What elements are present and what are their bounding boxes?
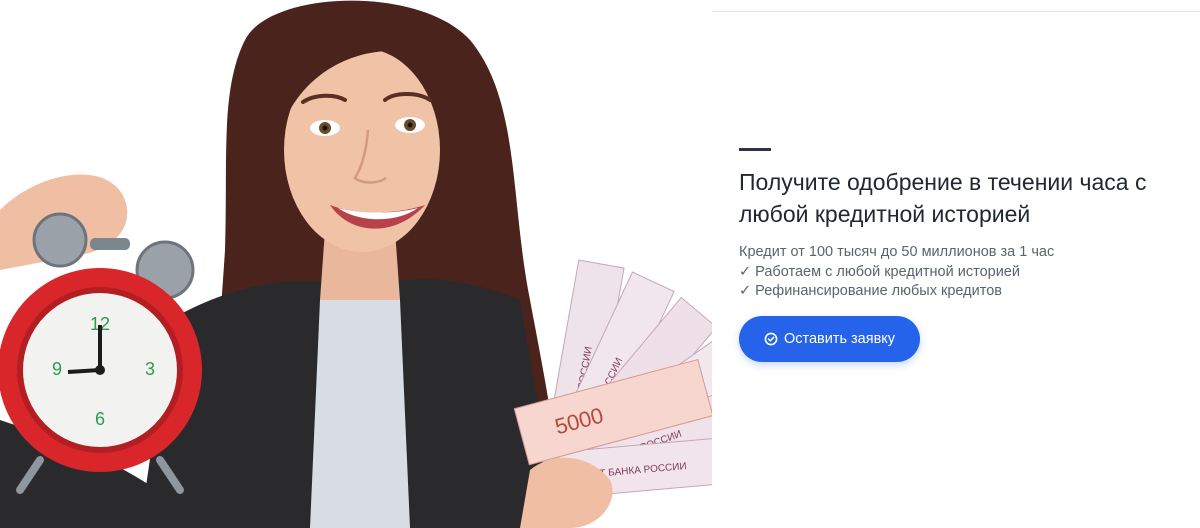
accent-line <box>739 148 771 151</box>
hero-illustration: БИЛЕТ БАНКА РОССИИ БИЛЕТ БАНКА РОССИИ БИ… <box>0 0 712 528</box>
svg-text:6: 6 <box>95 409 105 429</box>
top-divider <box>712 11 1200 12</box>
offer-title: Получите одобрение в течении часа с любо… <box>739 169 1147 227</box>
offer-line: ✓ Работаем с любой кредитной историей <box>739 263 1020 280</box>
check-circle-icon <box>764 332 778 346</box>
hero-image: БИЛЕТ БАНКА РОССИИ БИЛЕТ БАНКА РОССИИ БИ… <box>0 0 712 528</box>
offer-description: Кредит от 100 тысяч до 50 миллионов за 1… <box>739 243 1189 302</box>
offer-panel: Получите одобрение в течении часа с любо… <box>739 148 1189 362</box>
svg-text:9: 9 <box>52 359 62 379</box>
leave-request-button[interactable]: Оставить заявку <box>739 315 920 362</box>
leave-request-button-label: Оставить заявку <box>783 330 896 347</box>
svg-text:3: 3 <box>145 359 155 379</box>
offer-line: ✓ Рефинансирование любых кредитов <box>739 283 1002 299</box>
offer-line: Кредит от 100 тысяч до 50 миллионов за 1… <box>739 244 1055 260</box>
hero-section: БИЛЕТ БАНКА РОССИИ БИЛЕТ БАНКА РОССИИ БИ… <box>0 0 1200 528</box>
